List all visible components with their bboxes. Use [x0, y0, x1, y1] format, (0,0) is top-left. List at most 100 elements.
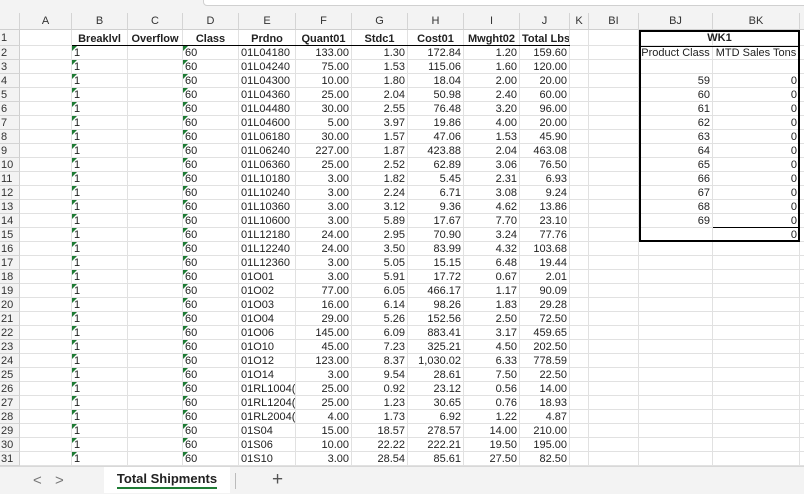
- cell[interactable]: [800, 214, 804, 228]
- table-cell[interactable]: 01S06: [239, 438, 296, 452]
- summary-class[interactable]: 67: [639, 186, 713, 200]
- cell[interactable]: [589, 312, 639, 326]
- table-cell[interactable]: 1: [72, 144, 128, 158]
- cell[interactable]: [570, 88, 589, 102]
- table-cell[interactable]: 3.00: [296, 186, 352, 200]
- summary-tons[interactable]: 0: [713, 130, 800, 144]
- table-cell[interactable]: 1: [72, 256, 128, 270]
- table-cell[interactable]: 60: [183, 172, 239, 186]
- row-header-20[interactable]: 20: [0, 298, 20, 312]
- cell[interactable]: [20, 452, 72, 466]
- table-cell[interactable]: 459.65: [520, 326, 570, 340]
- table-cell[interactable]: 90.09: [520, 284, 570, 298]
- cell[interactable]: [589, 88, 639, 102]
- table-cell[interactable]: 45.90: [520, 130, 570, 144]
- column-header-j[interactable]: J: [520, 13, 570, 30]
- cell[interactable]: [20, 214, 72, 228]
- cell[interactable]: [713, 270, 800, 284]
- cell[interactable]: [589, 284, 639, 298]
- row-header-13[interactable]: 13: [0, 200, 20, 214]
- table-cell[interactable]: 60: [183, 158, 239, 172]
- cell[interactable]: [570, 284, 589, 298]
- column-header-i[interactable]: I: [464, 13, 520, 30]
- table-cell[interactable]: 5.00: [296, 116, 352, 130]
- cell[interactable]: [570, 158, 589, 172]
- table-cell[interactable]: 6.92: [408, 410, 464, 424]
- column-title-quant01[interactable]: Quant01: [296, 30, 352, 46]
- cell[interactable]: [639, 256, 713, 270]
- cell[interactable]: [800, 312, 804, 326]
- table-cell[interactable]: 01L10180: [239, 172, 296, 186]
- cell[interactable]: [570, 242, 589, 256]
- cell[interactable]: [713, 424, 800, 438]
- row-header-8[interactable]: 8: [0, 130, 20, 144]
- table-cell[interactable]: 4.87: [520, 410, 570, 424]
- cell[interactable]: [713, 312, 800, 326]
- table-cell[interactable]: 1: [72, 46, 128, 60]
- summary-title[interactable]: WK1: [639, 30, 800, 46]
- cell[interactable]: [570, 186, 589, 200]
- summary-class[interactable]: 69: [639, 214, 713, 228]
- table-cell[interactable]: [128, 186, 183, 200]
- table-cell[interactable]: [128, 340, 183, 354]
- table-cell[interactable]: 1: [72, 340, 128, 354]
- cell[interactable]: [639, 270, 713, 284]
- table-cell[interactable]: 0.92: [352, 382, 408, 396]
- table-cell[interactable]: 2.01: [520, 270, 570, 284]
- table-cell[interactable]: [128, 312, 183, 326]
- cell[interactable]: [639, 382, 713, 396]
- table-cell[interactable]: 1.57: [352, 130, 408, 144]
- cell[interactable]: [570, 130, 589, 144]
- table-cell[interactable]: 45.00: [296, 340, 352, 354]
- table-cell[interactable]: 60: [183, 256, 239, 270]
- table-cell[interactable]: 01L10240: [239, 186, 296, 200]
- table-cell[interactable]: 01L06180: [239, 130, 296, 144]
- table-cell[interactable]: 23.12: [408, 382, 464, 396]
- summary-tons[interactable]: 0: [713, 158, 800, 172]
- table-cell[interactable]: 1: [72, 284, 128, 298]
- summary-tons[interactable]: 0: [713, 200, 800, 214]
- table-cell[interactable]: 1.82: [352, 172, 408, 186]
- row-header-9[interactable]: 9: [0, 144, 20, 158]
- row-header-7[interactable]: 7: [0, 116, 20, 130]
- table-cell[interactable]: 778.59: [520, 354, 570, 368]
- table-cell[interactable]: 172.84: [408, 46, 464, 60]
- cell[interactable]: [589, 172, 639, 186]
- table-cell[interactable]: 24.00: [296, 242, 352, 256]
- cell[interactable]: [570, 46, 589, 60]
- cell[interactable]: [570, 102, 589, 116]
- cell[interactable]: [800, 256, 804, 270]
- cell[interactable]: [713, 368, 800, 382]
- table-cell[interactable]: 60: [183, 284, 239, 298]
- cell[interactable]: [570, 410, 589, 424]
- table-cell[interactable]: 18.93: [520, 396, 570, 410]
- table-cell[interactable]: 1: [72, 60, 128, 74]
- table-cell[interactable]: 01O02: [239, 284, 296, 298]
- cell[interactable]: [589, 30, 639, 46]
- cell[interactable]: [589, 424, 639, 438]
- column-title-total-lbs[interactable]: Total Lbs: [520, 30, 570, 46]
- table-cell[interactable]: 15.15: [408, 256, 464, 270]
- table-cell[interactable]: 30.00: [296, 102, 352, 116]
- table-cell[interactable]: 4.50: [464, 340, 520, 354]
- table-cell[interactable]: 70.90: [408, 228, 464, 242]
- cell[interactable]: [713, 60, 800, 74]
- cell[interactable]: [639, 396, 713, 410]
- table-cell[interactable]: 01L04240: [239, 60, 296, 74]
- table-cell[interactable]: 1: [72, 382, 128, 396]
- row-header-21[interactable]: 21: [0, 312, 20, 326]
- table-cell[interactable]: 50.98: [408, 88, 464, 102]
- table-cell[interactable]: 17.67: [408, 214, 464, 228]
- row-header-17[interactable]: 17: [0, 256, 20, 270]
- table-cell[interactable]: [128, 130, 183, 144]
- cell[interactable]: [589, 368, 639, 382]
- table-cell[interactable]: 278.57: [408, 424, 464, 438]
- cell[interactable]: [800, 326, 804, 340]
- table-cell[interactable]: 62.89: [408, 158, 464, 172]
- table-cell[interactable]: 1: [72, 242, 128, 256]
- table-cell[interactable]: 1: [72, 298, 128, 312]
- table-cell[interactable]: 16.00: [296, 298, 352, 312]
- table-cell[interactable]: 17.72: [408, 270, 464, 284]
- table-cell[interactable]: 1: [72, 130, 128, 144]
- table-cell[interactable]: 60: [183, 130, 239, 144]
